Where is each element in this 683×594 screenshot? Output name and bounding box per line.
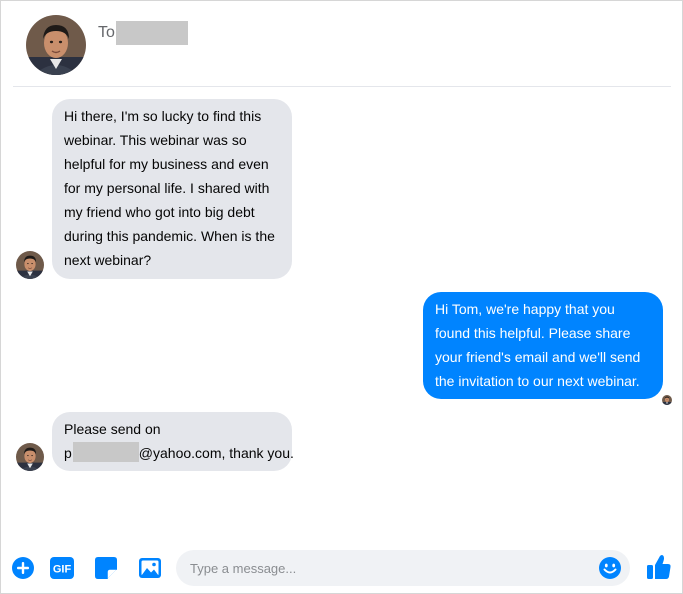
like-button[interactable] (646, 553, 672, 581)
image-icon (139, 558, 161, 578)
thumbs-up-icon (647, 555, 671, 579)
message-line: Please send on (64, 421, 161, 437)
sticker-icon (95, 557, 117, 579)
emoji-icon (599, 557, 621, 579)
header-divider (13, 86, 671, 87)
chat-window: To Hi there, I'm so lucky to find this w… (0, 0, 683, 594)
redacted-email (72, 442, 139, 462)
emoji-button[interactable] (598, 556, 622, 580)
message-line: next webinar? (64, 252, 152, 268)
incoming-message[interactable]: Please send on p @yahoo.com, thank you. (52, 412, 294, 471)
outgoing-message[interactable]: Hi Tom, we're happy that you found this … (423, 292, 663, 399)
sticker-button[interactable] (94, 556, 118, 580)
message-line: my friend who got into big debt (64, 204, 255, 220)
contact-name-text: To (98, 24, 115, 41)
message-line: during this pandemic. When is the (64, 228, 275, 244)
message-line: for my personal life. I shared with (64, 180, 270, 196)
read-receipt-avatar (662, 395, 672, 405)
add-icon (12, 557, 34, 579)
message-composer: GIF (1, 547, 682, 593)
incoming-message[interactable]: Hi there, I'm so lucky to find this webi… (52, 99, 292, 279)
read-receipt-photo (662, 395, 672, 405)
email-suffix: @yahoo.com, thank you. (138, 445, 294, 461)
gif-icon: GIF (50, 557, 74, 579)
image-button[interactable] (138, 556, 162, 580)
message-line: your friend's email and we'll send (435, 349, 641, 365)
email-prefix: p (64, 445, 72, 461)
message-line: the invitation to our next webinar. (435, 373, 640, 389)
contact-photo (26, 15, 86, 75)
message-line: found this helpful. Please share (435, 325, 631, 341)
message-line: p @yahoo.com, thank you. (64, 441, 294, 465)
message-input-wrapper[interactable] (176, 550, 630, 586)
message-line: webinar. This webinar was so (64, 132, 247, 148)
message-line: Hi there, I'm so lucky to find this (64, 108, 262, 124)
redacted-name (115, 21, 188, 45)
sender-avatar[interactable] (16, 443, 44, 471)
chat-header: To (1, 1, 682, 87)
gif-button[interactable]: GIF (49, 556, 75, 580)
sender-photo (16, 251, 44, 279)
message-line: Hi Tom, we're happy that you (435, 301, 615, 317)
contact-avatar[interactable] (26, 15, 86, 75)
add-button[interactable] (11, 556, 35, 580)
sender-avatar[interactable] (16, 251, 44, 279)
sender-photo (16, 443, 44, 471)
message-input[interactable] (188, 559, 592, 577)
contact-name[interactable]: To (98, 21, 188, 45)
gif-label: GIF (53, 564, 72, 576)
message-line: helpful for my business and even (64, 156, 269, 172)
